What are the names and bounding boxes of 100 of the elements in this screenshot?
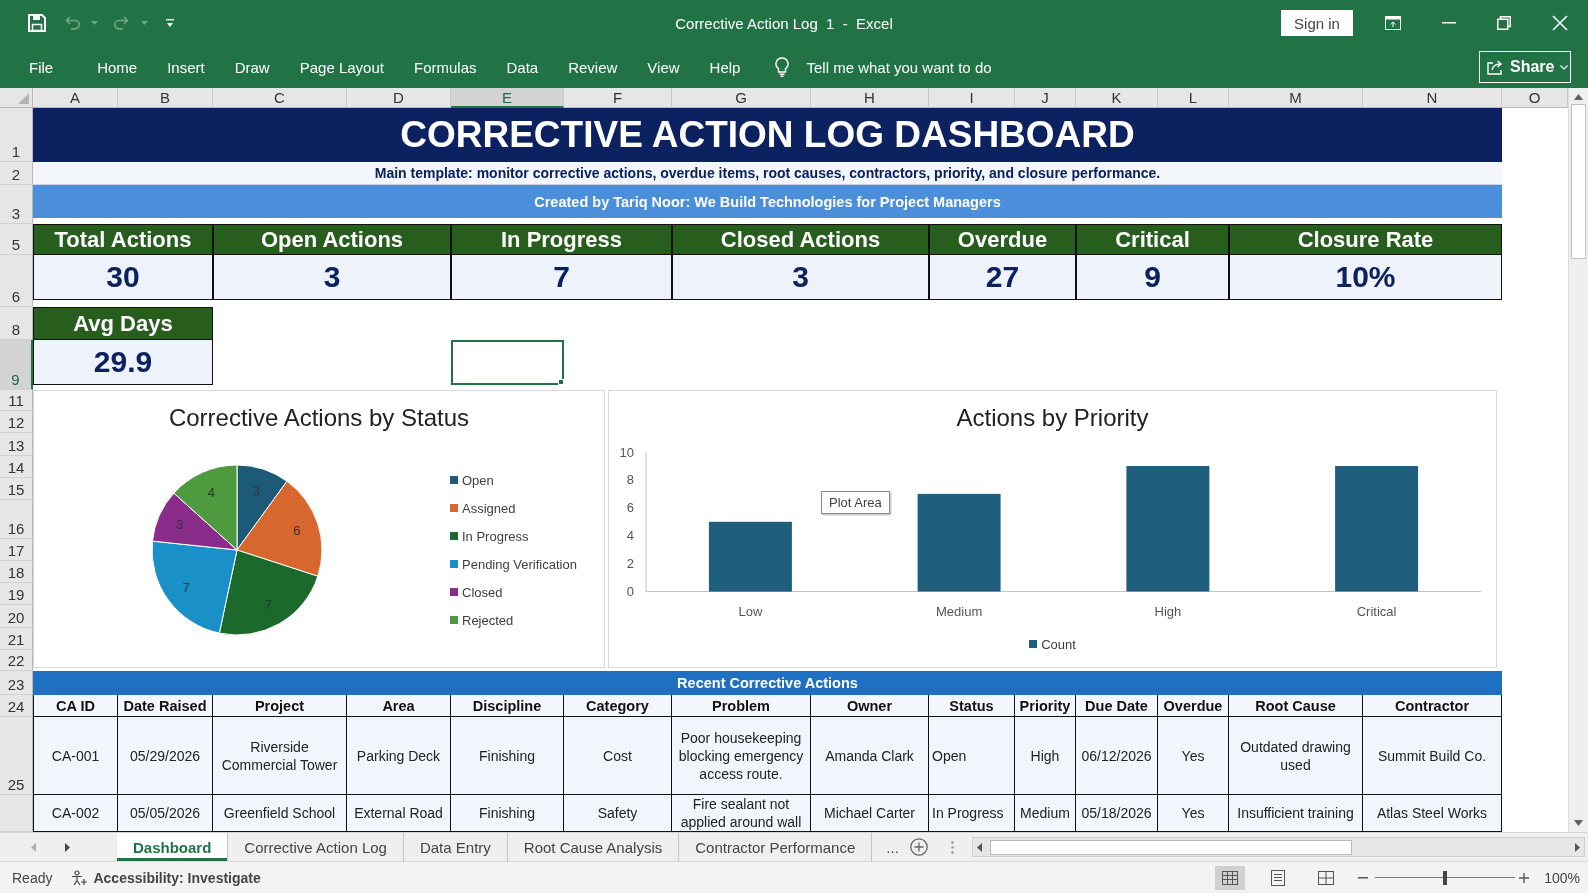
row-header[interactable]: 6: [0, 255, 33, 307]
up-arrow-icon[interactable]: [1574, 94, 1583, 100]
scrollbar-thumb[interactable]: [989, 839, 1352, 855]
column-header[interactable]: L: [1158, 88, 1229, 108]
row-header[interactable]: 9: [0, 340, 33, 390]
table-cell: External Road: [347, 795, 451, 832]
row-header[interactable]: 23: [0, 671, 33, 695]
kpi-value: 29.9: [33, 340, 213, 385]
save-icon[interactable]: [28, 14, 46, 32]
ribbon-tab[interactable]: File: [14, 52, 69, 82]
row-header[interactable]: 1: [0, 108, 33, 162]
row-header[interactable]: 14: [0, 456, 33, 478]
caret-icon: [1560, 64, 1569, 70]
row-header[interactable]: 13: [0, 433, 33, 456]
column-header[interactable]: I: [929, 88, 1015, 108]
kpi-value: 27: [929, 255, 1076, 300]
fill-handle[interactable]: [558, 379, 564, 385]
more-sheets-button[interactable]: ...: [886, 833, 899, 861]
axis-tick-label: 2: [626, 556, 634, 572]
row-header[interactable]: 16: [0, 500, 33, 539]
row-header[interactable]: 20: [0, 605, 33, 628]
column-header[interactable]: F: [564, 88, 672, 108]
status-text: Ready: [12, 869, 53, 886]
close-icon[interactable]: [1552, 15, 1568, 31]
legend-swatch-icon: [450, 476, 458, 484]
vertical-dots-icon[interactable]: [950, 840, 954, 854]
column-header[interactable]: G: [672, 88, 811, 108]
row-header[interactable]: 15: [0, 478, 33, 500]
row-header[interactable]: 22: [0, 650, 33, 671]
ribbon-display-icon[interactable]: [1385, 16, 1401, 30]
legend-swatch-icon: [450, 560, 458, 568]
column-header[interactable]: D: [347, 88, 451, 108]
column-header[interactable]: B: [118, 88, 213, 108]
row-header[interactable]: 2: [0, 162, 33, 185]
ribbon-tab[interactable]: Page Layout: [284, 52, 399, 82]
row-header[interactable]: 12: [0, 411, 33, 433]
column-heading: Discipline: [451, 695, 564, 717]
row-header[interactable]: 25: [0, 717, 33, 795]
column-header[interactable]: O: [1502, 88, 1568, 108]
table-cell: Insufficient training: [1229, 795, 1363, 832]
column-header[interactable]: A: [33, 88, 118, 108]
ribbon-tab[interactable]: Formulas: [398, 52, 492, 82]
legend-label: Closed: [462, 584, 503, 600]
normal-view-icon[interactable]: [1215, 865, 1246, 890]
column-header[interactable]: K: [1076, 88, 1158, 108]
table-cell: Greenfield School: [213, 795, 347, 832]
legend-label: Open: [462, 472, 494, 488]
restore-icon[interactable]: [1497, 16, 1511, 30]
column-header[interactable]: M: [1229, 88, 1363, 108]
row-header[interactable]: 3: [0, 185, 33, 224]
row-header[interactable]: 8: [0, 307, 33, 340]
ribbon-tab[interactable]: View: [632, 52, 695, 82]
minus-icon[interactable]: [1358, 876, 1369, 879]
kpi-label: Closure Rate: [1229, 224, 1502, 255]
accessibility-status[interactable]: Accessibility: Investigate: [93, 869, 261, 886]
ribbon-tab[interactable]: Insert: [152, 52, 220, 82]
customize-icon[interactable]: [166, 19, 174, 27]
row-header[interactable]: 17: [0, 539, 33, 561]
row-header[interactable]: 24: [0, 695, 33, 717]
scrollbar-thumb[interactable]: [1571, 104, 1586, 259]
ribbon-tab[interactable]: Draw: [219, 52, 285, 82]
sign-in-button[interactable]: Sign in: [1281, 10, 1353, 36]
data-label: 3: [175, 516, 184, 532]
plus-icon[interactable]: [1519, 872, 1530, 883]
column-heading: CA ID: [33, 695, 118, 717]
row-header[interactable]: 19: [0, 583, 33, 605]
axis-tick-label: 8: [626, 472, 634, 488]
kpi-label: Overdue: [929, 224, 1076, 255]
left-arrow-icon[interactable]: [976, 842, 982, 852]
row-header[interactable]: 5: [0, 224, 33, 255]
selected-cell[interactable]: [451, 340, 564, 385]
column-header[interactable]: C: [213, 88, 347, 108]
ribbon-tab[interactable]: Home: [82, 52, 153, 82]
down-arrow-icon[interactable]: [1574, 820, 1583, 826]
column-header[interactable]: N: [1363, 88, 1502, 108]
table-cell: Cost: [564, 717, 672, 795]
ribbon-tab[interactable]: Help: [694, 52, 756, 82]
table-cell: CA-002: [33, 795, 118, 832]
table-cell: 05/18/2026: [1076, 795, 1158, 832]
zoom-slider-thumb[interactable]: [1443, 870, 1448, 885]
ribbon-tab[interactable]: Data: [491, 52, 554, 82]
right-arrow-icon[interactable]: [65, 842, 70, 852]
column-header[interactable]: E: [451, 88, 564, 108]
share-button[interactable]: Share: [1479, 51, 1571, 83]
kpi-label: In Progress: [451, 224, 672, 255]
lightbulb-icon[interactable]: [775, 57, 790, 77]
table-cell: High: [1015, 717, 1076, 795]
sheet-tab[interactable]: Dashboard: [117, 833, 229, 861]
table-cell: In Progress: [929, 795, 1015, 832]
ribbon-tab[interactable]: Review: [553, 52, 633, 82]
row-header[interactable]: 18: [0, 561, 33, 583]
row-header[interactable]: 11: [0, 390, 33, 411]
accessibility-icon[interactable]: [71, 869, 88, 886]
column-header[interactable]: H: [811, 88, 929, 108]
plus-circle-icon[interactable]: [909, 838, 928, 856]
row-header[interactable]: 21: [0, 628, 33, 650]
zoom-level[interactable]: 100%: [1544, 869, 1580, 886]
right-arrow-icon[interactable]: [1575, 842, 1580, 852]
tell-me-field[interactable]: Tell me what you want to do: [806, 58, 1027, 76]
column-header[interactable]: J: [1015, 88, 1076, 108]
